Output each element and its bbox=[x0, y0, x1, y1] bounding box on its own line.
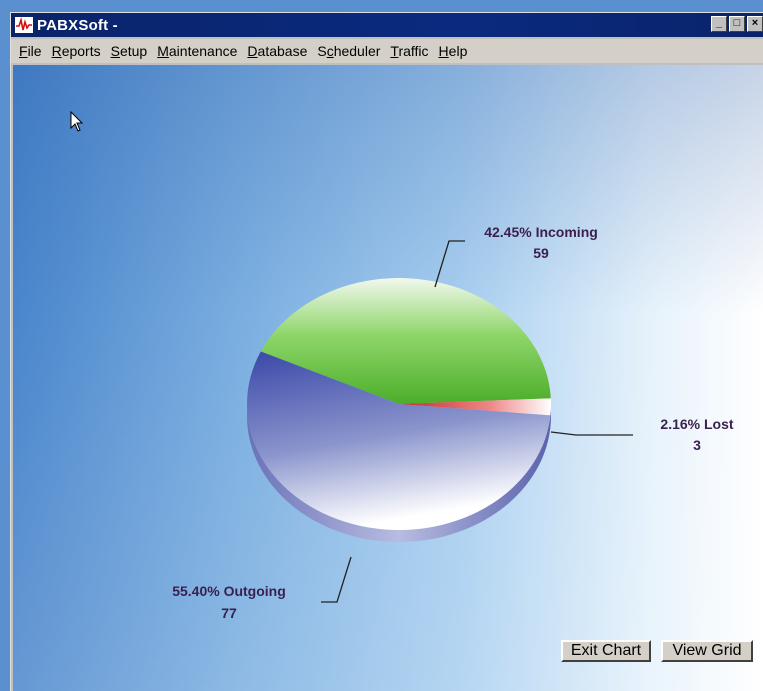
app-window: PABXSoft - _ □ × File Reports Setup Main… bbox=[10, 12, 763, 691]
maximize-button[interactable]: □ bbox=[729, 16, 745, 32]
menu-database[interactable]: Database bbox=[247, 43, 307, 59]
leader-line-incoming bbox=[434, 240, 465, 288]
menu-file[interactable]: File bbox=[19, 43, 42, 59]
mouse-pointer-icon bbox=[70, 111, 84, 132]
menu-traffic[interactable]: Traffic bbox=[390, 43, 428, 59]
minimize-button[interactable]: _ bbox=[711, 16, 727, 32]
window-title: PABXSoft - bbox=[37, 16, 118, 34]
menu-reports[interactable]: Reports bbox=[52, 43, 101, 59]
title-bar[interactable]: PABXSoft - _ □ × bbox=[11, 13, 763, 37]
slice-value-incoming: 59 bbox=[533, 245, 549, 261]
pie-chart: 42.45% Incoming 59 2.16% Lost 3 55.40% Outgo… bbox=[172, 224, 734, 621]
slice-value-outgoing: 77 bbox=[221, 605, 237, 621]
slice-value-lost: 3 bbox=[693, 437, 701, 453]
pulse-wave-icon bbox=[15, 17, 33, 33]
menu-bar: File Reports Setup Maintenance Database … bbox=[11, 39, 763, 63]
slice-label-lost: 2.16% Lost bbox=[660, 416, 733, 432]
view-grid-button[interactable]: View Grid bbox=[661, 640, 753, 662]
menu-help[interactable]: Help bbox=[439, 43, 468, 59]
slice-label-outgoing: 55.40% Outgoing bbox=[172, 583, 286, 599]
leader-line-lost bbox=[550, 431, 633, 436]
chart-area: 42.45% Incoming 59 2.16% Lost 3 55.40% Outgo… bbox=[13, 65, 763, 691]
leader-line-outgoing bbox=[321, 556, 352, 603]
slice-label-incoming: 42.45% Incoming bbox=[484, 224, 598, 240]
close-button[interactable]: × bbox=[747, 16, 763, 32]
menu-scheduler[interactable]: Scheduler bbox=[317, 43, 380, 59]
menu-maintenance[interactable]: Maintenance bbox=[157, 43, 237, 59]
menu-setup[interactable]: Setup bbox=[111, 43, 148, 59]
exit-chart-button[interactable]: Exit Chart bbox=[561, 640, 651, 662]
